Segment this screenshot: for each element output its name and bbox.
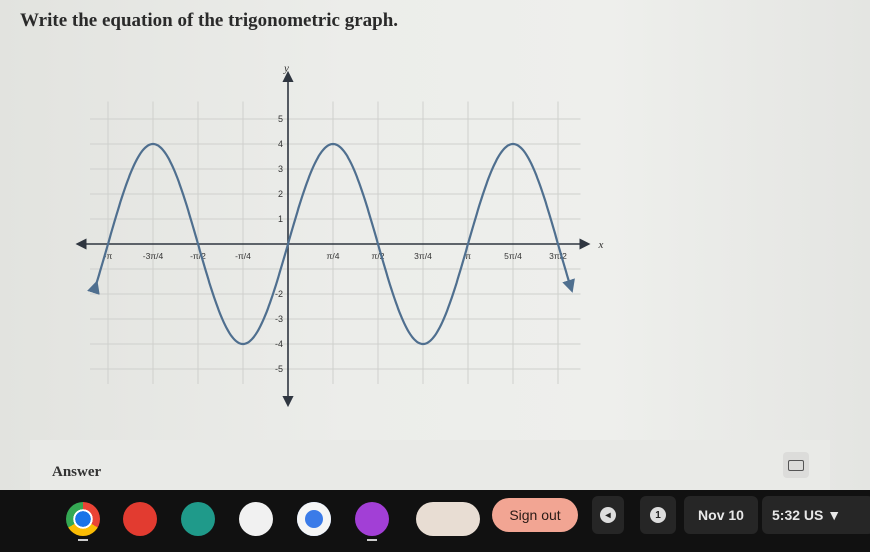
notification-count: 1 bbox=[650, 507, 666, 523]
taskbar: Sign out ◂ 1 Nov 10 5:32 US ▼ bbox=[0, 490, 870, 552]
palette-icon[interactable] bbox=[123, 502, 157, 536]
x-tick-label: π/4 bbox=[327, 251, 340, 261]
keyboard-icon bbox=[788, 459, 804, 471]
wave-app-icon[interactable] bbox=[239, 502, 273, 536]
question-page: Write the equation of the trigonometric … bbox=[0, 0, 870, 490]
y-tick-label: 4 bbox=[278, 139, 283, 149]
x-axis-label: x bbox=[598, 239, 604, 251]
trig-graph: xy-π -3π/4 -π/2 -π/4 π/4 π/2 3π/4 π 5π/4 3π/25432… bbox=[75, 63, 604, 408]
running-indicator bbox=[78, 539, 88, 541]
x-tick-label: 3π/4 bbox=[414, 251, 432, 261]
docs-icon[interactable] bbox=[297, 502, 331, 536]
volume-button[interactable]: ◂ bbox=[592, 496, 624, 534]
x-tick-label: -3π/4 bbox=[143, 251, 164, 261]
y-tick-label: -5 bbox=[275, 364, 283, 374]
classroom-icon[interactable] bbox=[181, 502, 215, 536]
date-display[interactable]: Nov 10 bbox=[684, 496, 758, 534]
y-tick-label: -2 bbox=[275, 289, 283, 299]
y-tick-label: 5 bbox=[278, 114, 283, 124]
x-tick-label: 5π/4 bbox=[504, 251, 522, 261]
y-axis-label: y bbox=[283, 63, 289, 75]
y-tick-label: 2 bbox=[278, 189, 283, 199]
notifications-button[interactable]: 1 bbox=[640, 496, 676, 534]
locale-display: US bbox=[803, 507, 824, 523]
status-tray[interactable]: 5:32 US ▼ bbox=[762, 496, 870, 534]
sign-out-button[interactable]: Sign out bbox=[492, 498, 578, 532]
running-indicator bbox=[367, 539, 377, 541]
y-tick-label: 3 bbox=[278, 164, 283, 174]
x-tick-label: -π/4 bbox=[235, 251, 251, 261]
time-display: 5:32 bbox=[772, 507, 801, 523]
x-tick-label: -π/2 bbox=[190, 251, 206, 261]
avatars-icon[interactable] bbox=[416, 502, 480, 536]
wifi-icon: ▼ bbox=[827, 507, 842, 523]
y-tick-label: 1 bbox=[278, 214, 283, 224]
y-tick-label: -3 bbox=[275, 314, 283, 324]
keyboard-button[interactable] bbox=[783, 452, 809, 478]
answer-area[interactable] bbox=[30, 440, 830, 490]
y-tick-label: -4 bbox=[275, 339, 283, 349]
chrome-icon[interactable] bbox=[66, 502, 100, 536]
purple-app-icon[interactable] bbox=[355, 502, 389, 536]
x-tick-label: 3π/2 bbox=[549, 251, 567, 261]
speaker-icon: ◂ bbox=[600, 507, 616, 523]
answer-label: Answer bbox=[52, 464, 102, 480]
